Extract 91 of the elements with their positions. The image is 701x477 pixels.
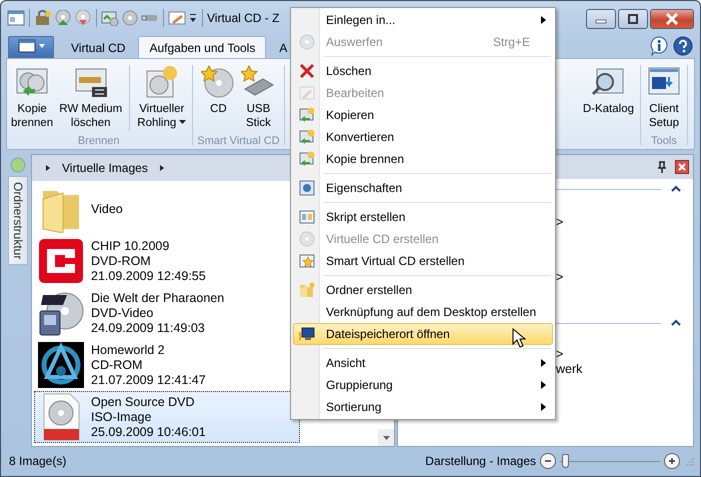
info-icon[interactable] (649, 36, 669, 56)
window-icon[interactable] (7, 10, 25, 26)
image-name: Homeworld 2 (91, 342, 166, 358)
disc-bubble-icon (144, 65, 179, 99)
menu-item[interactable]: Dateispeicherort öffnen (293, 323, 553, 345)
help-icon[interactable] (673, 36, 693, 56)
ribbon-tab[interactable]: Virtual CD (60, 36, 136, 58)
breadcrumb-arrow-icon[interactable] (158, 164, 166, 172)
menu-item[interactable]: Konvertieren (293, 126, 553, 148)
scroll-down-icon (382, 434, 390, 440)
window-title: Virtual CD - Z (207, 10, 280, 24)
detail-text: > (556, 270, 564, 285)
pencil-icon (299, 85, 315, 101)
menu-item[interactable]: Löschen (293, 60, 553, 82)
image-item[interactable]: Open Source DVD ISO-Image 25.09.2009 10:46:01 (34, 391, 300, 443)
submenu-arrow-icon (541, 381, 546, 389)
collapse-icon[interactable] (671, 319, 681, 327)
ribbon-button[interactable]: Virtueller Rohling (135, 63, 188, 132)
folder-tree-tab[interactable]: Ordnerstruktur (8, 176, 28, 266)
ribbon-button[interactable]: CD (199, 63, 238, 118)
ribbon-button[interactable]: Kopie brennen (9, 63, 56, 132)
image-type: DVD-Video (91, 306, 154, 320)
zoom-in-button[interactable] (664, 452, 680, 468)
image-date: 24.09.2009 11:49:03 (91, 320, 206, 336)
close-icon (665, 13, 679, 25)
disc-icon[interactable] (121, 10, 139, 26)
breadcrumb-item[interactable]: Virtuelle Images (62, 161, 148, 175)
pin-icon[interactable] (657, 161, 667, 173)
group-label: Brennen (78, 135, 120, 147)
script-icon (299, 209, 315, 225)
breadcrumb-arrow-icon[interactable] (44, 164, 52, 172)
emblem-icon (37, 341, 85, 389)
submenu-arrow-icon (541, 359, 546, 367)
zoom-out-button[interactable] (540, 452, 556, 468)
close-panel-button[interactable] (675, 160, 689, 174)
menu-item[interactable]: Kopieren (293, 104, 553, 126)
group-label: Tools (651, 135, 677, 147)
image-type: CD-ROM (91, 358, 144, 372)
image-type: ISO-Image (91, 410, 152, 424)
detail-text: werk (556, 362, 582, 377)
app-menu-button[interactable] (8, 36, 54, 58)
lock-icon[interactable] (34, 10, 52, 26)
menu-item[interactable]: Einlegen in... (293, 9, 553, 31)
view-label: Darstellung - Images (425, 454, 536, 468)
slider-thumb[interactable] (562, 454, 569, 468)
group-label: Smart Virtual CD (197, 135, 280, 147)
disc-icon (299, 231, 315, 247)
image-type: DVD-ROM (91, 254, 152, 268)
zoom-slider[interactable] (560, 452, 660, 468)
image-date: 25.09.2009 10:46:01 (91, 424, 206, 440)
screen-icon[interactable] (101, 10, 119, 26)
folder-icon (299, 282, 315, 298)
resize-grip-icon[interactable] (684, 456, 694, 466)
status-light-icon (10, 157, 26, 173)
star-disc-icon (201, 65, 236, 99)
submenu-arrow-icon (541, 16, 546, 24)
image-date: 21.09.2009 12:49:55 (91, 268, 206, 284)
plus-icon (668, 456, 676, 464)
image-name: CHIP 10.2009 (91, 238, 170, 254)
menu-item[interactable]: Kopie brennen (293, 148, 553, 170)
image-date: 21.07.2009 12:41:47 (91, 372, 206, 388)
ribbon-button[interactable]: Client Setup (645, 63, 683, 132)
ribbon-button[interactable]: RW Medium löschen (57, 63, 124, 132)
monitor-icon (299, 326, 315, 342)
copy-icon (299, 151, 315, 167)
status-count: 8 Image(s) (9, 454, 66, 468)
copy-icon (299, 107, 315, 123)
window-menu-icon (17, 39, 47, 53)
maximize-button[interactable] (618, 9, 648, 29)
image-name: Video (91, 202, 123, 216)
logo-icon (37, 237, 85, 285)
ribbon-button[interactable]: D-Katalog (580, 63, 636, 118)
caret-icon (179, 120, 186, 126)
copy-icon (299, 129, 315, 145)
detail-text: > (556, 215, 564, 230)
ribbon-button[interactable]: USB Stick (239, 63, 278, 132)
image-name: Open Source DVD (91, 394, 196, 410)
submenu-arrow-icon (541, 403, 546, 411)
maximize-icon (627, 14, 639, 24)
ribbon-tab[interactable]: Aufgaben und Tools (138, 36, 266, 58)
properties-icon (299, 180, 315, 196)
detail-text: > (556, 347, 564, 362)
close-button[interactable] (650, 9, 694, 29)
minimize-button[interactable] (586, 9, 616, 29)
star-icon (299, 253, 315, 269)
collapse-icon[interactable] (671, 185, 681, 193)
disc-icon (299, 34, 315, 50)
image-name: Die Welt der Pharaonen (91, 290, 224, 306)
mouse-pointer-icon (512, 328, 526, 348)
delete-icon (299, 63, 315, 79)
scrollbar[interactable] (378, 429, 394, 446)
